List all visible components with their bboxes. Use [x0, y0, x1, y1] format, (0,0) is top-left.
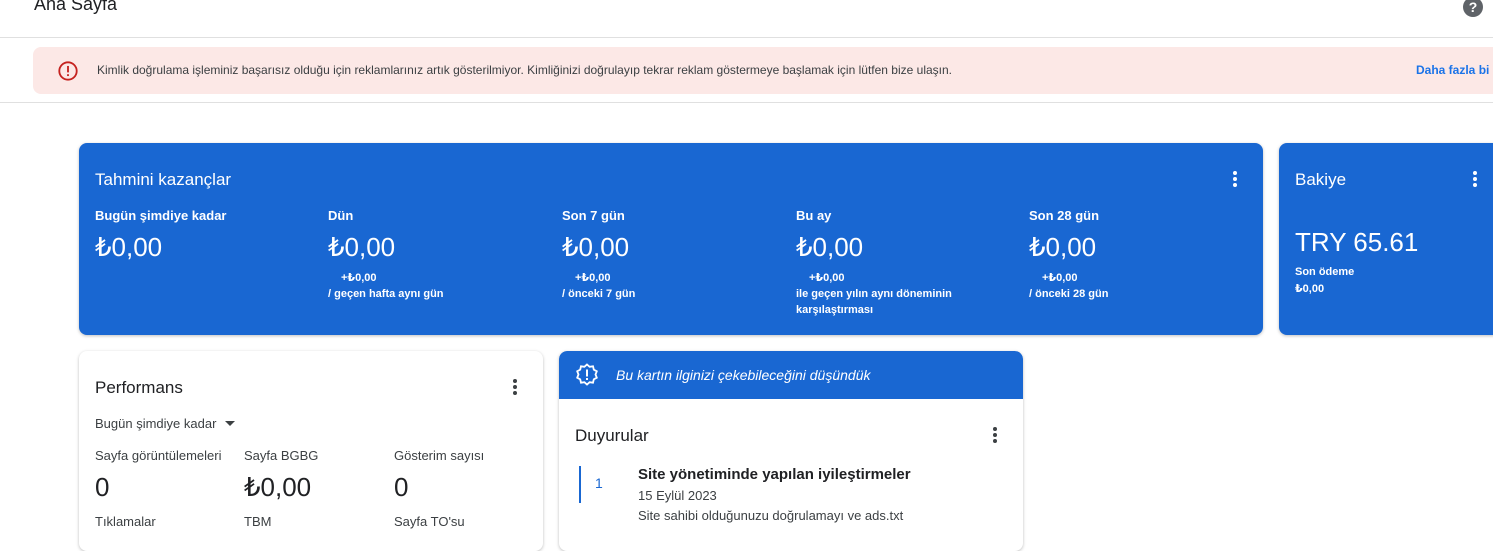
metric-last-7-days: Son 7 gün ₺0,00 +₺0,00 / önceki 7 gün	[562, 208, 782, 302]
help-icon[interactable]: ?	[1463, 0, 1483, 17]
announcements-card: Bu kartın ilginizi çekebileceğini düşünd…	[559, 351, 1023, 551]
metric-label: Bugün şimdiye kadar	[95, 208, 227, 223]
metric-compare: / önceki 7 gün	[562, 288, 636, 300]
page-title: Ana Sayfa	[34, 0, 118, 14]
earnings-title: Tahmini kazançlar	[95, 170, 232, 189]
announcements-title: Duyurular	[575, 426, 649, 445]
perf-metric-value: 0	[95, 472, 110, 502]
metric-compare: ile geçen yılın aynı döneminin karşılaşt…	[796, 288, 952, 316]
perf-metric-label: Gösterim sayısı	[394, 448, 485, 463]
balance-title: Bakiye	[1295, 170, 1347, 189]
metric-value: ₺0,00	[328, 232, 396, 262]
perf-metric-value: ₺0,00	[244, 472, 312, 502]
metric-yesterday: Dün ₺0,00 +₺0,00 / geçen hafta aynı gün	[328, 208, 548, 302]
perf-metric-label: Sayfa görüntülemeleri	[95, 448, 222, 463]
metric-value: ₺0,00	[95, 232, 163, 262]
balance-card: Bakiye TRY 65.61 Son ödeme ₺0,00	[1279, 143, 1493, 335]
metric-today: Bugün şimdiye kadar ₺0,00	[95, 208, 315, 263]
metric-last-28-days: Son 28 gün ₺0,00 +₺0,00 / önceki 28 gün	[1029, 208, 1249, 302]
divider	[0, 102, 1493, 103]
learn-more-link[interactable]: Daha fazla bi	[1416, 63, 1489, 77]
metric-delta: +₺0,00	[575, 272, 611, 284]
metric-value: ₺0,00	[1029, 232, 1097, 262]
metric-delta: +₺0,00	[809, 272, 845, 284]
metric-label: Dün	[328, 208, 354, 223]
perf-metric-label: Sayfa BGBG	[244, 448, 319, 463]
metric-value: ₺0,00	[796, 232, 864, 262]
performance-title: Performans	[95, 378, 183, 397]
date-range-dropdown[interactable]: Bugün şimdiye kadar	[95, 416, 236, 431]
earnings-more-icon[interactable]	[1229, 169, 1241, 189]
announcement-indicator	[579, 466, 581, 503]
announcements-more-icon[interactable]	[989, 425, 1001, 445]
insight-badge-icon	[576, 363, 598, 386]
top-bar: Ana Sayfa ?	[0, 0, 1493, 38]
metric-label: Bu ay	[796, 208, 832, 223]
perf-metric-impressions[interactable]: Gösterim sayısı 0	[394, 448, 534, 503]
metric-value: ₺0,00	[562, 232, 630, 262]
perf-metric-value: 0	[394, 472, 409, 502]
announcement-date: 15 Eylül 2023	[638, 488, 717, 503]
verification-alert: Kimlik doğrulama işleminiz başarısız old…	[33, 47, 1493, 94]
announcement-number: 1	[595, 475, 603, 491]
caret-down-icon	[225, 421, 236, 426]
balance-value: TRY 65.61	[1295, 227, 1419, 257]
estimated-earnings-card: Tahmini kazançlar Bugün şimdiye kadar ₺0…	[79, 143, 1263, 335]
date-range-label: Bugün şimdiye kadar	[95, 416, 217, 431]
perf-metric-page-rpm[interactable]: Sayfa BGBG ₺0,00	[244, 448, 384, 503]
suggestion-banner: Bu kartın ilginizi çekebileceğini düşünd…	[559, 351, 1023, 399]
performance-card: Performans Bugün şimdiye kadar Sayfa gör…	[79, 351, 543, 551]
last-payment-label: Son ödeme	[1295, 266, 1355, 278]
metric-label: Son 7 gün	[562, 208, 625, 223]
announcement-description: Site sahibi olduğunuzu doğrulamayı ve ad…	[638, 508, 904, 523]
metric-this-month: Bu ay ₺0,00 +₺0,00 ile geçen yılın aynı …	[796, 208, 1016, 318]
balance-more-icon[interactable]	[1469, 169, 1481, 189]
announcement-title[interactable]: Site yönetiminde yapılan iyileştirmeler	[638, 466, 911, 483]
last-payment-value: ₺0,00	[1295, 283, 1325, 295]
alert-message: Kimlik doğrulama işleminiz başarısız old…	[97, 63, 952, 77]
error-circle-icon	[58, 61, 78, 81]
perf-metric-pageviews[interactable]: Sayfa görüntülemeleri 0	[95, 448, 231, 503]
suggestion-text: Bu kartın ilginizi çekebileceğini düşünd…	[616, 367, 871, 383]
metric-delta: +₺0,00	[1042, 272, 1078, 284]
performance-more-icon[interactable]	[509, 377, 521, 397]
metric-compare: / önceki 28 gün	[1029, 288, 1109, 300]
metric-delta: +₺0,00	[341, 272, 377, 284]
metric-label: Son 28 gün	[1029, 208, 1100, 223]
metric-compare: / geçen hafta aynı gün	[328, 288, 444, 300]
